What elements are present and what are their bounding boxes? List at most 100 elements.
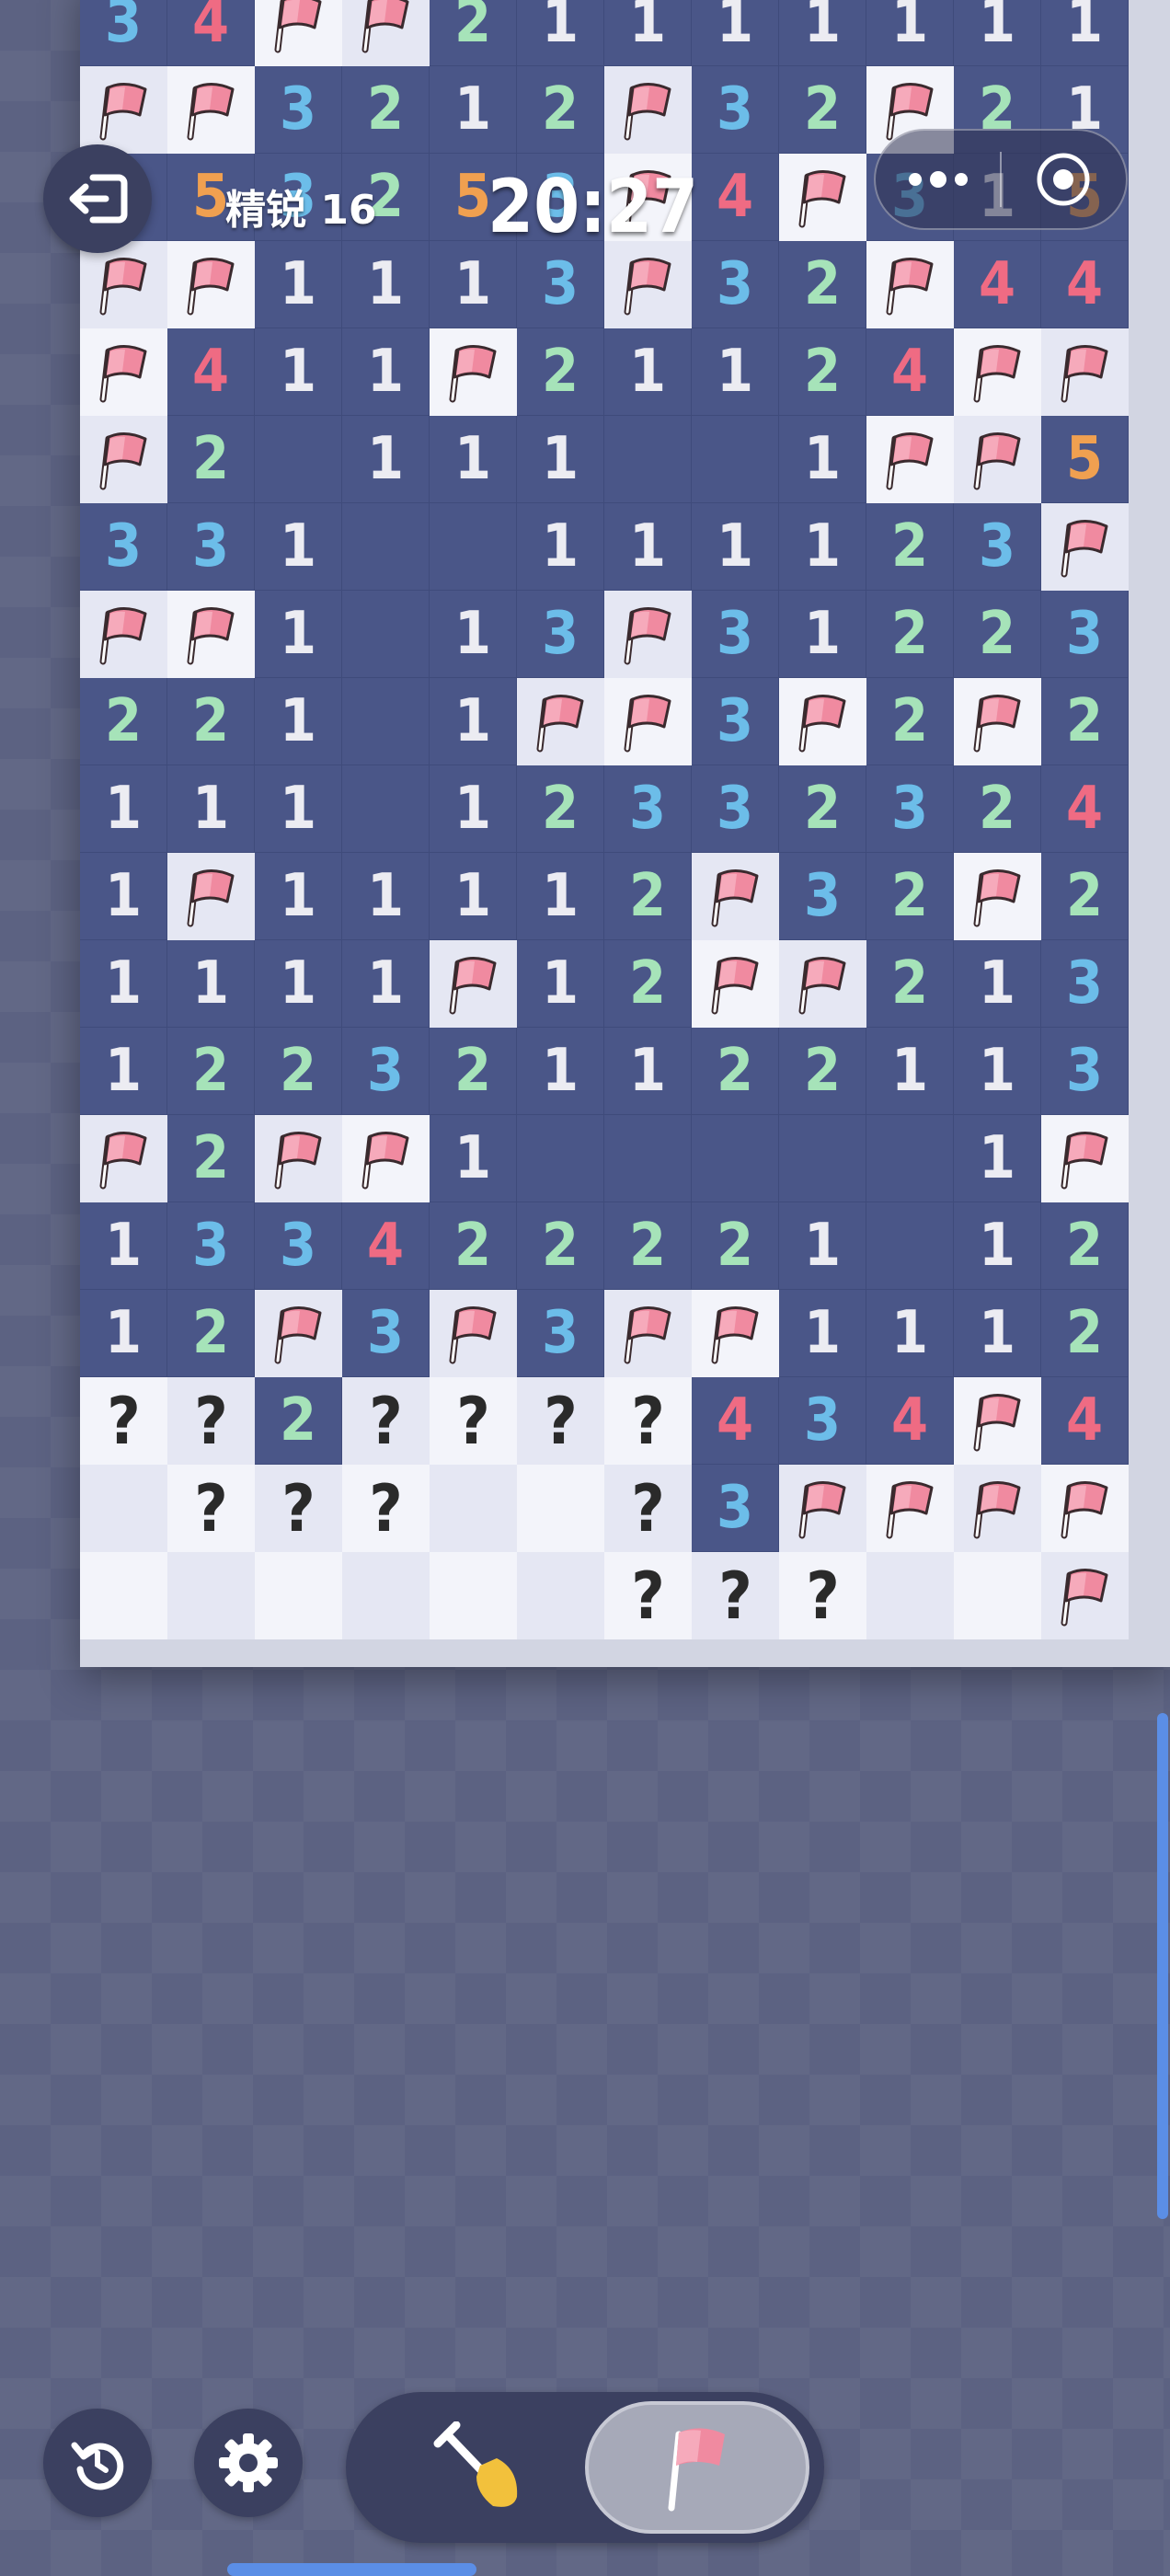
number-cell[interactable]: 1 [255,241,342,328]
number-cell[interactable]: 1 [604,503,692,591]
open-empty-cell[interactable] [604,1115,692,1202]
number-cell[interactable]: 2 [1041,853,1129,940]
hidden-cell[interactable] [517,1552,604,1639]
open-empty-cell[interactable] [342,678,430,765]
number-cell[interactable]: 1 [430,853,517,940]
question-cell[interactable]: ? [342,1377,430,1465]
number-cell[interactable]: 3 [167,503,255,591]
minesweeper-board[interactable]: 3421111111321232215532534315111332444112… [80,0,1170,1667]
number-cell[interactable]: 3 [692,591,779,678]
number-cell[interactable]: 1 [604,328,692,416]
number-cell[interactable]: 1 [954,0,1041,66]
number-cell[interactable]: 1 [80,853,167,940]
open-empty-cell[interactable] [692,416,779,503]
hidden-cell[interactable] [167,1552,255,1639]
number-cell[interactable]: 2 [692,1028,779,1115]
number-cell[interactable]: 1 [342,853,430,940]
flagged-cell[interactable] [779,154,866,241]
number-cell[interactable]: 4 [1041,765,1129,853]
flagged-cell[interactable] [954,328,1041,416]
number-cell[interactable]: 2 [954,591,1041,678]
question-cell[interactable]: ? [430,1377,517,1465]
number-cell[interactable]: 3 [80,0,167,66]
flagged-cell[interactable] [430,1290,517,1377]
number-cell[interactable]: 4 [866,1377,954,1465]
number-cell[interactable]: 1 [255,940,342,1028]
flagged-cell[interactable] [692,853,779,940]
question-cell[interactable]: ? [167,1377,255,1465]
number-cell[interactable]: 1 [604,0,692,66]
number-cell[interactable]: 3 [517,591,604,678]
flagged-cell[interactable] [604,241,692,328]
hidden-cell[interactable] [517,1465,604,1552]
number-cell[interactable]: 2 [866,678,954,765]
number-cell[interactable]: 1 [779,416,866,503]
number-cell[interactable]: 2 [604,940,692,1028]
number-cell[interactable]: 1 [604,1028,692,1115]
hidden-cell[interactable] [430,1465,517,1552]
number-cell[interactable]: 3 [692,765,779,853]
number-cell[interactable]: 4 [1041,1377,1129,1465]
number-cell[interactable]: 2 [692,1202,779,1290]
flagged-cell[interactable] [779,1465,866,1552]
question-cell[interactable]: ? [604,1377,692,1465]
hidden-cell[interactable] [954,1552,1041,1639]
flagged-cell[interactable] [1041,1115,1129,1202]
number-cell[interactable]: 4 [866,328,954,416]
number-cell[interactable]: 2 [255,1377,342,1465]
number-cell[interactable]: 2 [779,241,866,328]
number-cell[interactable]: 1 [430,765,517,853]
number-cell[interactable]: 2 [779,328,866,416]
open-empty-cell[interactable] [692,1115,779,1202]
flagged-cell[interactable] [517,678,604,765]
flagged-cell[interactable] [954,678,1041,765]
flagged-cell[interactable] [779,940,866,1028]
number-cell[interactable]: 1 [430,241,517,328]
number-cell[interactable]: 1 [779,591,866,678]
open-empty-cell[interactable] [342,591,430,678]
number-cell[interactable]: 2 [779,1028,866,1115]
number-cell[interactable]: 2 [167,416,255,503]
number-cell[interactable]: 1 [255,765,342,853]
number-cell[interactable]: 1 [342,328,430,416]
number-cell[interactable]: 1 [342,241,430,328]
number-cell[interactable]: 1 [779,0,866,66]
open-empty-cell[interactable] [255,416,342,503]
number-cell[interactable]: 4 [692,154,779,241]
number-cell[interactable]: 4 [1041,241,1129,328]
number-cell[interactable]: 4 [692,1377,779,1465]
number-cell[interactable]: 1 [255,503,342,591]
flagged-cell[interactable] [167,853,255,940]
flagged-cell[interactable] [1041,1465,1129,1552]
number-cell[interactable]: 3 [692,678,779,765]
flagged-cell[interactable] [80,328,167,416]
number-cell[interactable]: 1 [954,940,1041,1028]
number-cell[interactable]: 1 [692,328,779,416]
open-empty-cell[interactable] [342,503,430,591]
number-cell[interactable]: 2 [866,853,954,940]
question-cell[interactable]: ? [692,1552,779,1639]
number-cell[interactable]: 3 [954,503,1041,591]
number-cell[interactable]: 3 [80,503,167,591]
number-cell[interactable]: 3 [255,1202,342,1290]
number-cell[interactable]: 2 [430,1202,517,1290]
close-program-button[interactable] [1002,131,1126,228]
flagged-cell[interactable] [954,416,1041,503]
flagged-cell[interactable] [692,1290,779,1377]
flagged-cell[interactable] [167,241,255,328]
number-cell[interactable]: 1 [692,503,779,591]
flagged-cell[interactable] [604,591,692,678]
question-cell[interactable]: ? [604,1552,692,1639]
vertical-scrollbar[interactable] [1157,1713,1168,2219]
number-cell[interactable]: 1 [430,1115,517,1202]
number-cell[interactable]: 1 [1041,0,1129,66]
number-cell[interactable]: 3 [779,1377,866,1465]
number-cell[interactable]: 3 [692,241,779,328]
number-cell[interactable]: 2 [866,503,954,591]
open-empty-cell[interactable] [866,1115,954,1202]
flagged-cell[interactable] [255,1115,342,1202]
flagged-cell[interactable] [866,416,954,503]
number-cell[interactable]: 2 [954,765,1041,853]
flagged-cell[interactable] [80,66,167,154]
undo-button[interactable] [43,2409,152,2517]
